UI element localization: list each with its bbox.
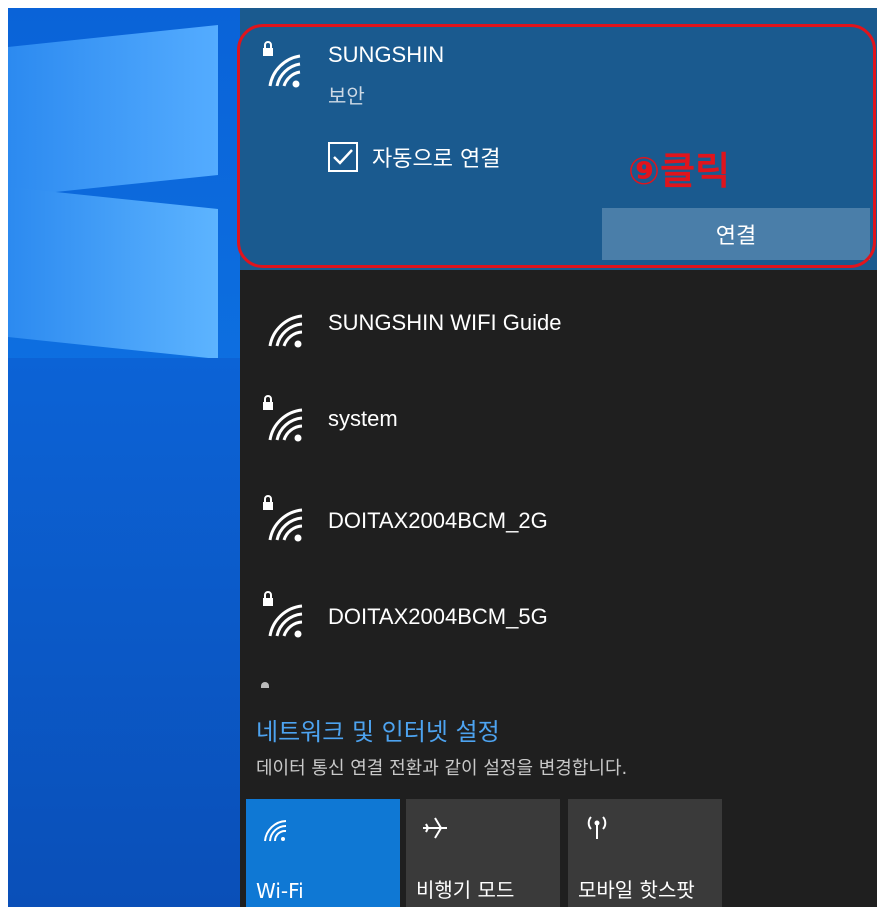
auto-connect-checkbox[interactable] (328, 142, 358, 172)
network-settings-description: 데이터 통신 연결 전환과 같이 설정을 변경합니다. (256, 758, 628, 779)
windows-logo-pane (8, 24, 218, 198)
network-name: SUNGSHIN WIFI Guide (328, 310, 562, 335)
wifi-toggle-tile[interactable]: Wi-Fi (246, 799, 400, 907)
checkmark-icon (333, 149, 353, 165)
auto-connect-label: 자동으로 연결 (372, 147, 501, 172)
annotation-label: ⑨클릭 (628, 149, 731, 193)
airplane-mode-tile[interactable]: 비행기 모드 (406, 799, 560, 907)
network-list-item[interactable]: DOITAX2004BCM_2G (240, 478, 877, 558)
desktop-background (8, 8, 240, 907)
wifi-tile-label: Wi-Fi (256, 879, 304, 903)
secured-wifi-icon (263, 495, 303, 542)
network-name: DOITAX2004BCM_2G (328, 508, 548, 533)
partial-network-icon (261, 682, 269, 688)
network-settings-link[interactable]: 네트워크 및 인터넷 설정 (256, 712, 500, 747)
selected-network-status: 보안 (328, 84, 365, 108)
auto-connect-row[interactable]: 자동으로 연결 (328, 140, 500, 174)
secured-wifi-icon (263, 41, 301, 88)
network-list-item[interactable]: system (240, 378, 877, 458)
selected-network-name: SUNGSHIN (328, 42, 445, 67)
airplane-tile-label: 비행기 모드 (416, 878, 515, 902)
windows-logo-pane (8, 186, 218, 360)
connect-button[interactable]: 연결 (602, 208, 870, 260)
desktop-wallpaper (8, 358, 240, 907)
wifi-icon (268, 314, 303, 348)
network-name: system (328, 406, 398, 431)
secured-wifi-icon (263, 591, 303, 638)
network-list-item[interactable]: DOITAX2004BCM_5G (240, 574, 877, 654)
hotspot-tile-label: 모바일 핫스팟 (578, 878, 695, 902)
network-name: DOITAX2004BCM_5G (328, 604, 548, 629)
mobile-hotspot-tile[interactable]: 모바일 핫스팟 (568, 799, 722, 907)
wifi-icon (264, 820, 287, 842)
selected-network-item[interactable]: SUNGSHIN 보안 자동으로 연결 연결 (240, 8, 877, 270)
network-flyout: SUNGSHIN 보안 자동으로 연결 연결 SUNGSHIN WIFI Gui… (240, 8, 877, 907)
airplane-icon (423, 817, 447, 839)
network-list-item[interactable]: SUNGSHIN WIFI Guide (240, 280, 877, 360)
secured-wifi-icon (263, 395, 303, 442)
hotspot-icon (587, 816, 607, 839)
